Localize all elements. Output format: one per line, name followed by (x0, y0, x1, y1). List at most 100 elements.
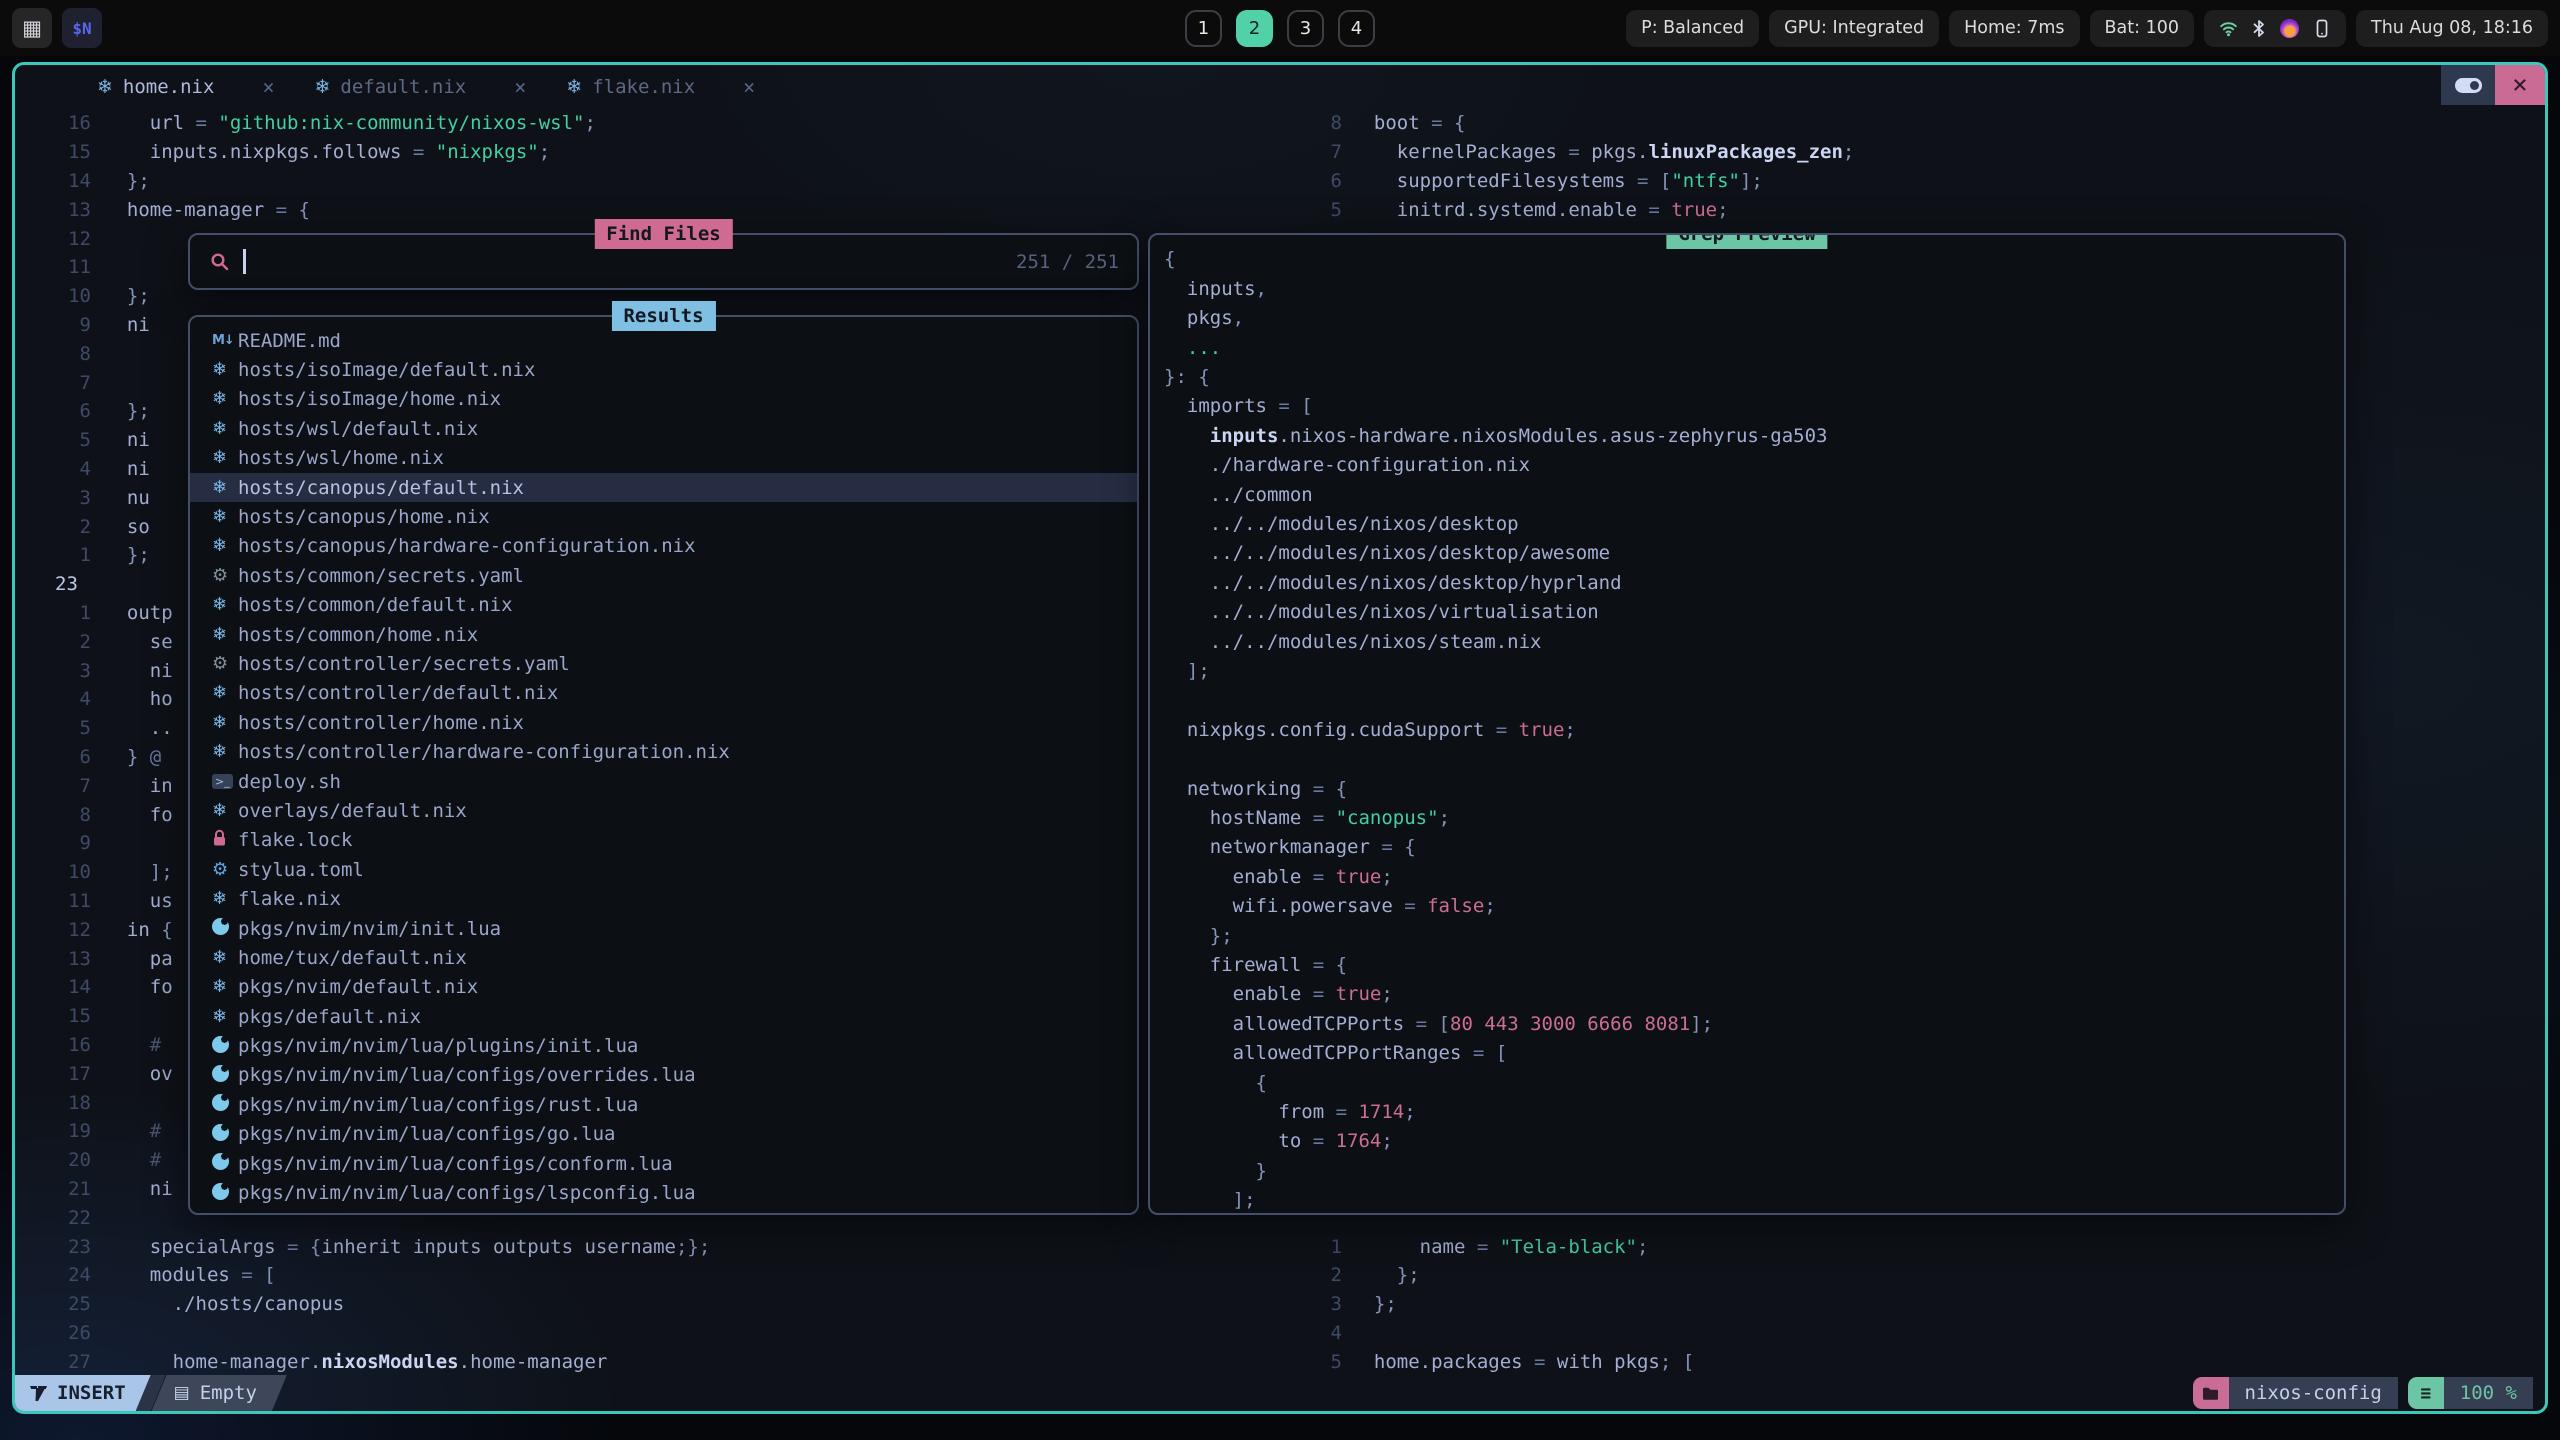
file-result[interactable]: ⚙hosts/controller/secrets.yaml (190, 649, 1137, 678)
workspace-button-2[interactable]: 2 (1236, 10, 1273, 47)
file-name: pkgs/nvim/nvim/lua/configs/go.lua (238, 1123, 616, 1145)
file-result[interactable]: ❄hosts/controller/home.nix (190, 708, 1137, 737)
preview-line: }: { (1164, 363, 1210, 392)
tab-close-icon[interactable]: × (743, 75, 755, 99)
tab-home.nix[interactable]: ❄home.nix× (77, 65, 294, 109)
file-result[interactable]: ❄hosts/canopus/hardware-configuration.ni… (190, 532, 1137, 561)
file-name: hosts/isoImage/default.nix (238, 359, 535, 381)
file-name: flake.lock (238, 829, 352, 851)
find-files-prompt[interactable]: Find Files 251 / 251 (188, 233, 1139, 290)
preview-line: wifi.powersave = false; (1164, 892, 1496, 921)
lua-icon (212, 1124, 238, 1145)
code-line: 21 ni (41, 1175, 173, 1204)
grid-icon: ▦ (22, 16, 42, 40)
file-result[interactable]: ❄hosts/wsl/default.nix (190, 414, 1137, 443)
code-line: 9 ni (41, 311, 150, 340)
preview-line: hostName = "canopus"; (1164, 804, 1450, 833)
code-line: 1 name = "Tela-black"; (1316, 1232, 1648, 1261)
file-name: hosts/controller/home.nix (238, 712, 524, 734)
network-icon[interactable] (2219, 19, 2238, 38)
file-result[interactable]: pkgs/nvim/nvim/lua/configs/overrides.lua (190, 1061, 1137, 1090)
file-result[interactable]: ❄hosts/canopus/home.nix (190, 502, 1137, 531)
code-line: 5 ni (41, 426, 150, 455)
file-name: pkgs/nvim/nvim/lua/configs/overrides.lua (238, 1064, 696, 1086)
file-result[interactable]: ❄hosts/isoImage/home.nix (190, 385, 1137, 414)
file-name: pkgs/default.nix (238, 1006, 421, 1028)
file-result[interactable]: ⚙hosts/common/secrets.yaml (190, 561, 1137, 590)
tab-default.nix[interactable]: ❄default.nix× (294, 65, 546, 109)
nix-icon: ❄ (212, 802, 238, 820)
project-label: nixos-config (2229, 1377, 2398, 1409)
nix-icon: ❄ (314, 76, 330, 98)
file-result[interactable]: ⚙stylua.toml (190, 855, 1137, 884)
media-icon[interactable] (2280, 19, 2299, 38)
bluetooth-icon[interactable] (2252, 19, 2266, 38)
clock-module: Thu Aug 08, 18:16 (2356, 10, 2548, 47)
window-close-button[interactable]: × (2495, 65, 2545, 105)
preview-code: { inputs, pkgs, ...}: { imports = [ inpu… (1150, 245, 2344, 1215)
file-result[interactable]: ❄overlays/default.nix (190, 796, 1137, 825)
file-result[interactable]: pkgs/nvim/nvim/lua/configs/lspconfig.lua (190, 1178, 1137, 1207)
editor-area: 16 url = "github:nix-community/nixos-wsl… (15, 109, 2545, 1375)
code-line: 7 (41, 368, 104, 397)
tab-close-icon[interactable]: × (262, 75, 274, 99)
file-result[interactable]: ❄hosts/common/home.nix (190, 620, 1137, 649)
lua-icon (212, 1065, 238, 1086)
preview-line: firewall = { (1164, 951, 1347, 980)
tab-label: home.nix (123, 76, 215, 98)
file-result[interactable]: pkgs/nvim/nvim/lua/configs/go.lua (190, 1120, 1137, 1149)
code-line: 27 home-manager.nixosModules.home-manage… (41, 1347, 607, 1376)
file-name: overlays/default.nix (238, 800, 467, 822)
file-result[interactable]: pkgs/nvim/nvim/lua/configs/rust.lua (190, 1090, 1137, 1119)
file-result[interactable]: ❄hosts/controller/default.nix (190, 679, 1137, 708)
code-line: 7 in (41, 771, 173, 800)
search-icon (210, 252, 230, 272)
file-result[interactable]: ❄hosts/canopus/default.nix (190, 473, 1137, 502)
file-result[interactable]: ❄pkgs/default.nix (190, 1002, 1137, 1031)
preview-line: { (1164, 245, 1175, 274)
code-line: 6 } @ (41, 743, 161, 772)
workspace-button-4[interactable]: 4 (1338, 10, 1375, 47)
code-line: 15 inputs.nixpkgs.follows = "nixpkgs"; (41, 138, 550, 167)
workspace-button-1[interactable]: 1 (1185, 10, 1222, 47)
file-result[interactable]: ❄hosts/controller/hardware-configuration… (190, 737, 1137, 766)
code-line: 2 }; (1316, 1261, 1420, 1290)
file-result[interactable]: ❄home/tux/default.nix (190, 943, 1137, 972)
window-toggle-button[interactable] (2441, 65, 2495, 105)
workspace-button-3[interactable]: 3 (1287, 10, 1324, 47)
code-line: 8 fo (41, 800, 173, 829)
file-result[interactable]: pkgs/nvim/nvim/lua/configs/conform.lua (190, 1149, 1137, 1178)
preview-line: ../common (1164, 480, 1313, 509)
lua-icon (212, 1153, 238, 1174)
file-result[interactable]: >_deploy.sh (190, 767, 1137, 796)
file-result[interactable]: ❄flake.nix (190, 884, 1137, 913)
file-result[interactable]: ❄pkgs/nvim/default.nix (190, 973, 1137, 1002)
code-line: 5 home.packages = with pkgs; [ (1316, 1347, 1694, 1376)
code-line: 10 }; (41, 282, 150, 311)
file-name: README.md (238, 330, 341, 352)
terminal-icon: $N (72, 19, 91, 38)
file-result[interactable]: ❄hosts/common/default.nix (190, 591, 1137, 620)
tab-close-icon[interactable]: × (514, 75, 526, 99)
results-popup: Results M↓README.md❄hosts/isoImage/defau… (188, 315, 1139, 1215)
app-menu-button[interactable]: ▦ (12, 8, 52, 48)
file-name: pkgs/nvim/nvim/lua/configs/conform.lua (238, 1153, 673, 1175)
terminal-launcher-button[interactable]: $N (62, 8, 102, 48)
file-result[interactable]: flake.lock (190, 826, 1137, 855)
phone-icon[interactable] (2313, 19, 2331, 38)
tab-flake.nix[interactable]: ❄flake.nix× (546, 65, 775, 109)
lines-icon: ≡ (2420, 1383, 2431, 1404)
lua-icon (212, 1036, 238, 1057)
file-name: pkgs/nvim/nvim/lua/plugins/init.lua (238, 1035, 638, 1057)
file-result[interactable]: pkgs/nvim/nvim/lua/plugins/init.lua (190, 1031, 1137, 1060)
mode-segment: INSERT (15, 1375, 152, 1411)
file-result[interactable]: pkgs/nvim/nvim/init.lua (190, 914, 1137, 943)
file-name: home/tux/default.nix (238, 947, 467, 969)
file-result[interactable]: ❄hosts/wsl/home.nix (190, 444, 1137, 473)
preview-line: nixpkgs.config.cudaSupport = true; (1164, 715, 1576, 744)
lua-icon (212, 1094, 238, 1115)
file-result[interactable]: ❄hosts/isoImage/default.nix (190, 355, 1137, 384)
tray-icons (2204, 10, 2346, 47)
battery-module: Bat: 100 (2090, 10, 2194, 47)
code-line: 16 url = "github:nix-community/nixos-wsl… (41, 109, 596, 138)
